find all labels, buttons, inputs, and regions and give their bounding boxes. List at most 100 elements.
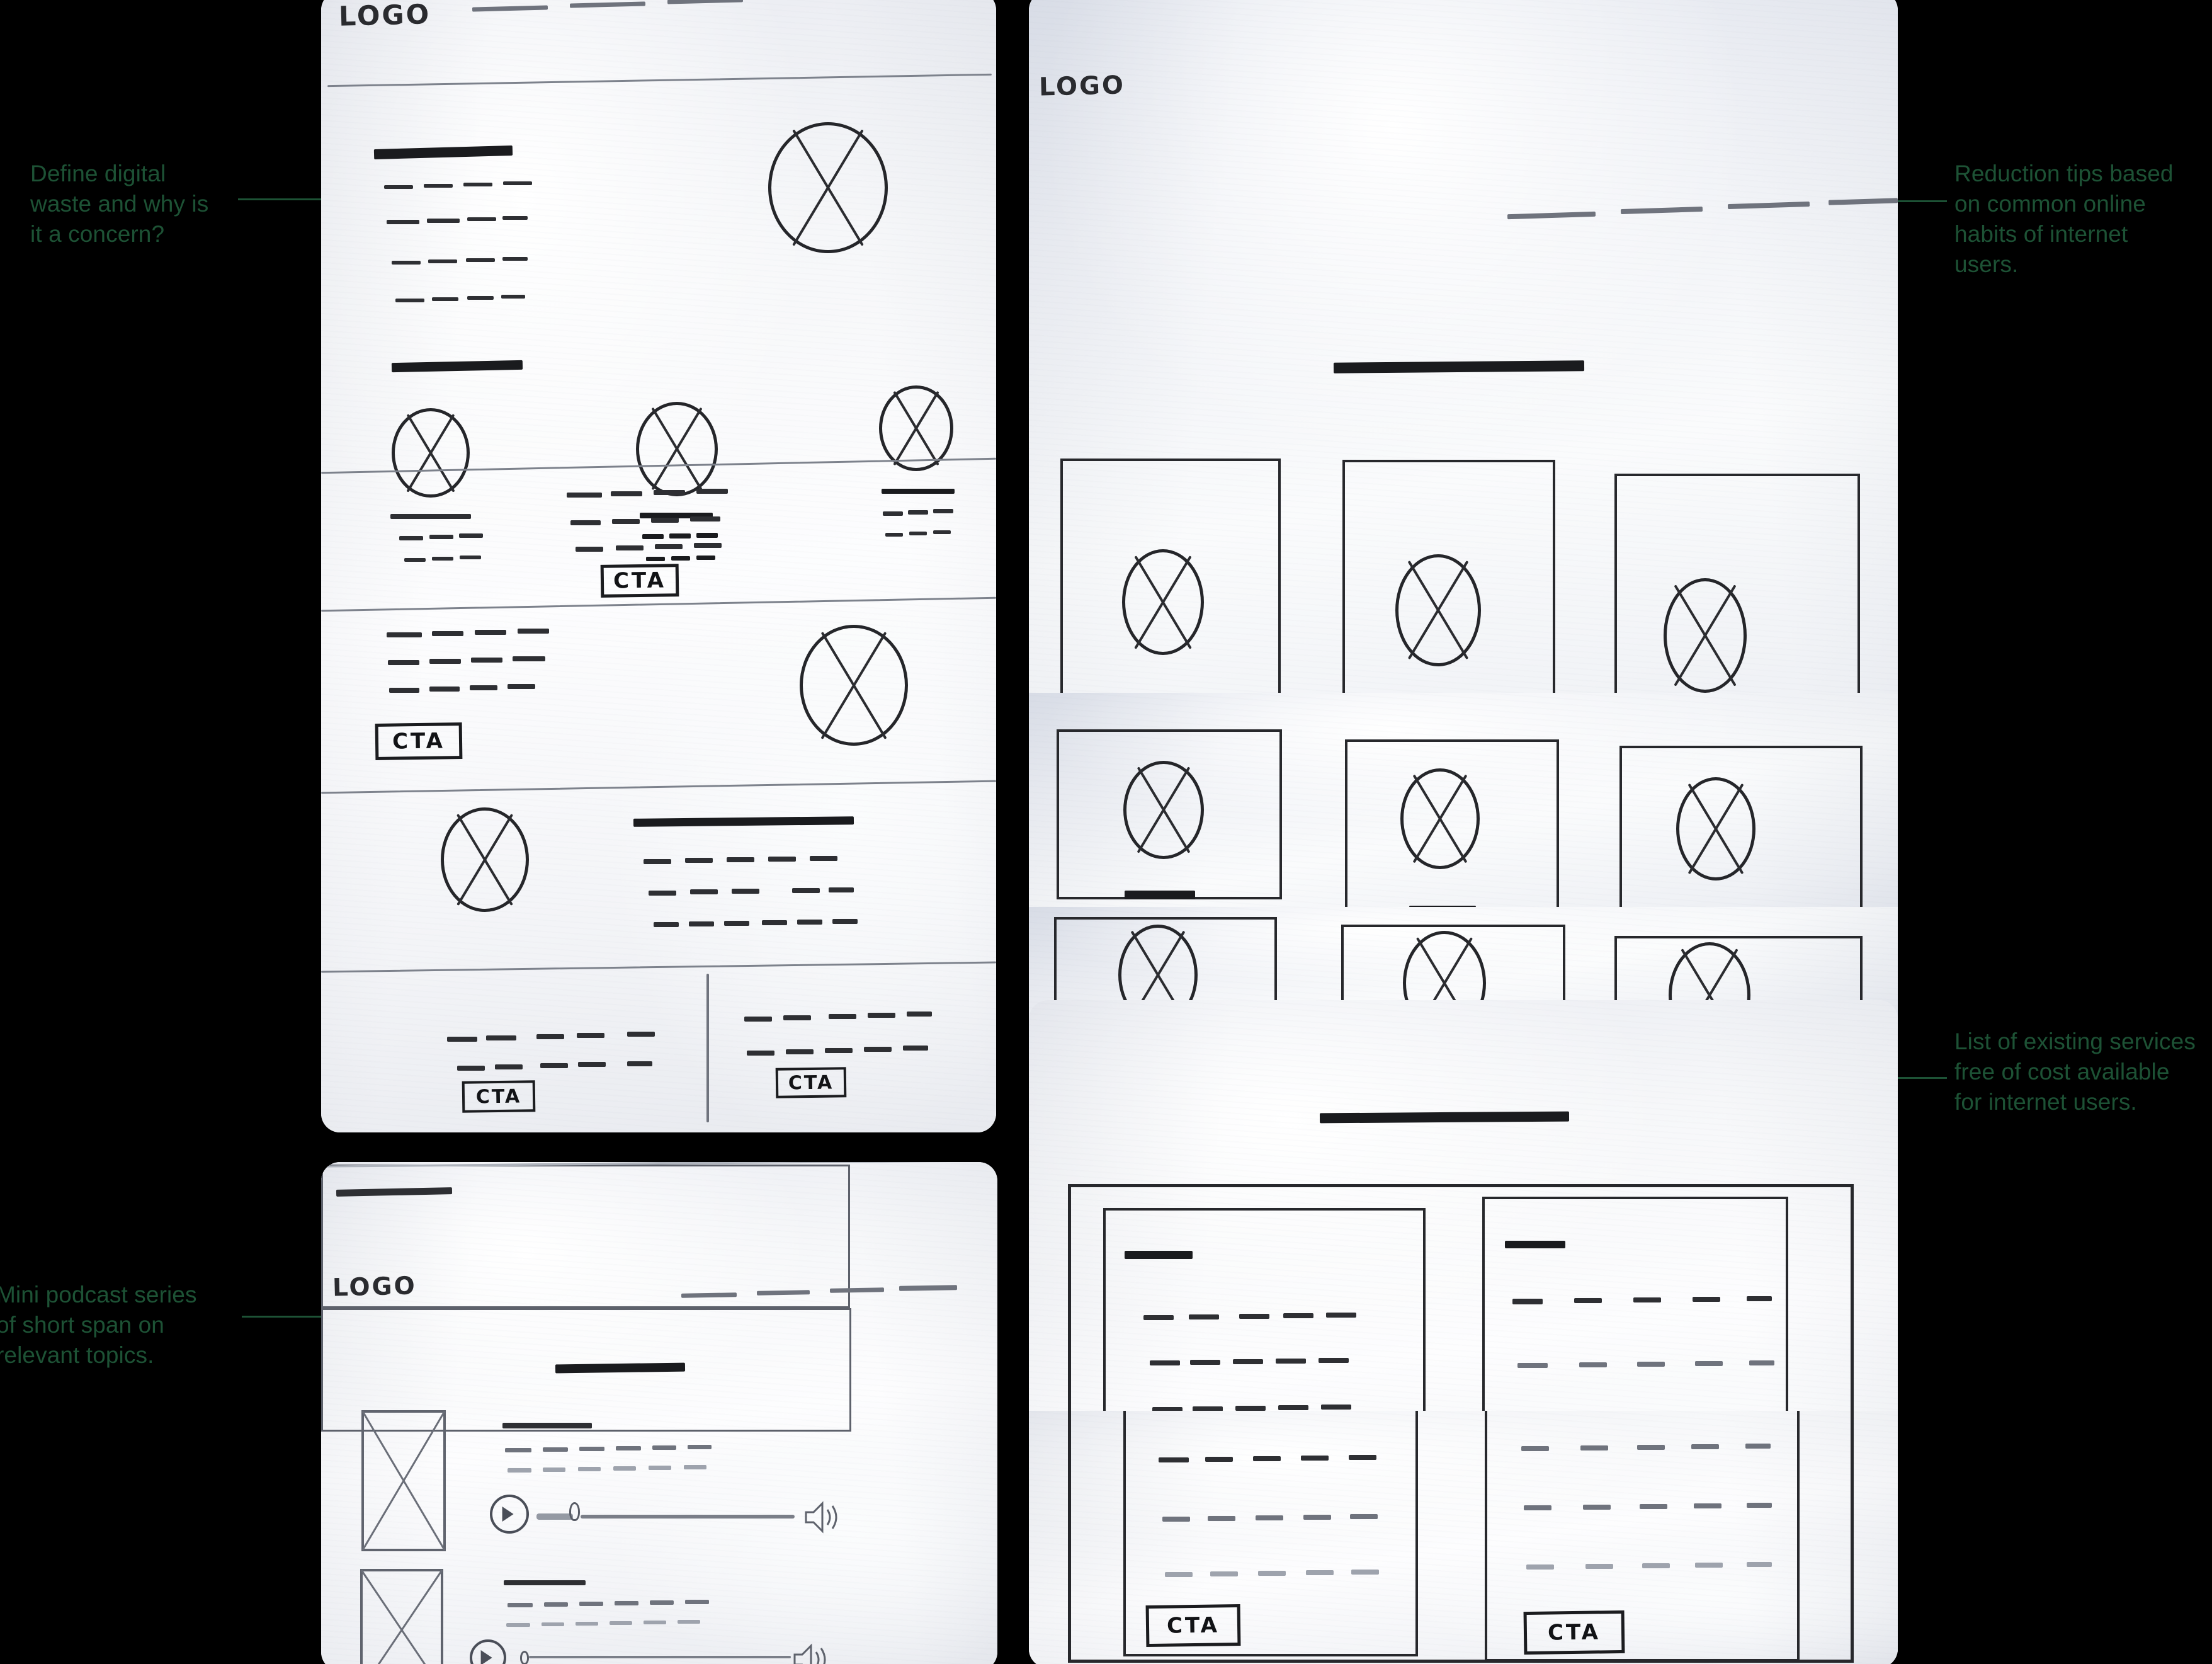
cta-button[interactable]: CTA (1145, 1604, 1241, 1648)
image-placeholder-icon (1122, 549, 1204, 655)
body-dash (627, 1061, 652, 1066)
card-body-dash (1321, 1405, 1351, 1410)
body-dash (470, 685, 497, 690)
card-body-dash (1747, 1296, 1772, 1301)
logo-label: LOGO (338, 0, 431, 33)
body-dash (508, 684, 535, 689)
card-body-dash (1210, 1571, 1238, 1576)
feature-body-dash (459, 533, 483, 538)
card-body-dash (1150, 1360, 1180, 1365)
image-placeholder-icon (392, 408, 470, 498)
speaker-icon[interactable] (803, 1500, 841, 1534)
hero-body-dash (428, 259, 457, 263)
body-dash (903, 1046, 928, 1051)
feature-body-dash (669, 533, 691, 539)
card-body-dash (1747, 1562, 1772, 1567)
body-dash (810, 856, 837, 861)
body-dash (727, 857, 754, 862)
episode-body-dash (652, 1445, 676, 1450)
annotation-reduction-tips: Reduction tips based on common online ha… (1954, 161, 2174, 278)
hero-body-dash (463, 183, 492, 186)
progress-track[interactable] (529, 1656, 791, 1658)
play-icon[interactable] (470, 1639, 506, 1664)
episode-body-dash (508, 1468, 531, 1473)
image-placeholder-icon (360, 1569, 443, 1664)
card-body-dash (1143, 1315, 1174, 1320)
wireframe-homepage[interactable]: LOGO CTA CTA CTA CTA (321, 0, 996, 1132)
card-body-dash (1695, 1361, 1723, 1366)
nav-link-2[interactable] (756, 1290, 810, 1296)
body-dash (540, 1063, 568, 1068)
progress-knob[interactable] (569, 1502, 580, 1521)
center-body-dash (611, 491, 642, 496)
episode-body-dash (613, 1466, 636, 1471)
section-heading-line (1333, 360, 1585, 373)
cta-button[interactable]: CTA (600, 564, 679, 598)
nav-link-4[interactable] (1828, 198, 1898, 205)
card-body-dash (1633, 1297, 1661, 1302)
feature-body-dash (908, 510, 928, 515)
image-placeholder-icon (1664, 578, 1747, 693)
hero-body-dash (467, 217, 496, 221)
body-dash (649, 891, 676, 896)
body-dash (429, 659, 461, 664)
body-dash (797, 920, 822, 925)
card-body-dash (1574, 1298, 1602, 1303)
nav-link-3[interactable] (1727, 201, 1810, 210)
episode-title-line (504, 1580, 586, 1585)
hero-body-dash (395, 299, 424, 302)
image-placeholder-icon (800, 625, 908, 746)
speaker-icon[interactable] (792, 1642, 830, 1664)
episode-body-dash (579, 1602, 603, 1606)
episode-body-dash (543, 1447, 568, 1452)
body-dash (513, 656, 545, 661)
body-dash (832, 919, 858, 924)
episode-body-dash (610, 1621, 632, 1625)
center-body-dash (567, 493, 602, 498)
cta-button[interactable]: CTA (1523, 1610, 1625, 1655)
nav-link-2[interactable] (1620, 206, 1703, 215)
wireframe-podcast[interactable]: LOGO (321, 1162, 997, 1664)
feature-body-dash (399, 536, 423, 540)
body-dash (829, 887, 854, 892)
body-dash (429, 687, 460, 692)
card-body-dash (1190, 1360, 1220, 1365)
hero-body-dash (503, 181, 532, 185)
nav-link-2[interactable] (569, 1, 646, 8)
hero-body-dash (502, 216, 528, 220)
progress-track[interactable] (581, 1515, 795, 1519)
image-placeholder-icon (441, 807, 529, 912)
feature-body-dash (696, 556, 715, 560)
hero-body-dash (384, 185, 413, 189)
cta-button[interactable]: CTA (462, 1080, 536, 1113)
card-body-dash (1256, 1515, 1283, 1520)
hero-body-dash (466, 258, 495, 262)
section-heading-line (555, 1362, 686, 1374)
nav-link-4[interactable] (899, 1285, 958, 1291)
episode-body-dash (688, 1445, 712, 1449)
nav-link-3[interactable] (829, 1287, 885, 1293)
feature-body-dash (885, 533, 903, 537)
card-body-dash (1524, 1505, 1551, 1510)
body-dash (690, 889, 718, 894)
episode-body-dash (506, 1623, 530, 1627)
cta-button[interactable]: CTA (375, 722, 463, 760)
body-dash (577, 1033, 604, 1038)
episode-body-dash (644, 1621, 666, 1624)
play-icon[interactable] (490, 1495, 529, 1534)
hero-body-dash (424, 184, 453, 188)
card-body-dash (1693, 1297, 1720, 1302)
nav-link-3[interactable] (667, 0, 744, 4)
center-body-dash (690, 516, 720, 521)
body-dash (786, 1049, 814, 1054)
progress-knob[interactable] (520, 1651, 529, 1664)
body-dash (389, 688, 419, 693)
nav-link-1[interactable] (472, 5, 548, 12)
cta-button[interactable]: CTA (775, 1067, 847, 1098)
hero-body-dash (501, 295, 525, 299)
nav-link-1[interactable] (1507, 211, 1596, 220)
body-dash (388, 660, 419, 665)
feature-body-dash (909, 532, 927, 535)
body-dash (475, 630, 506, 635)
wireframe-services-grid-lower[interactable]: CTA CTA (1029, 1411, 1898, 1664)
